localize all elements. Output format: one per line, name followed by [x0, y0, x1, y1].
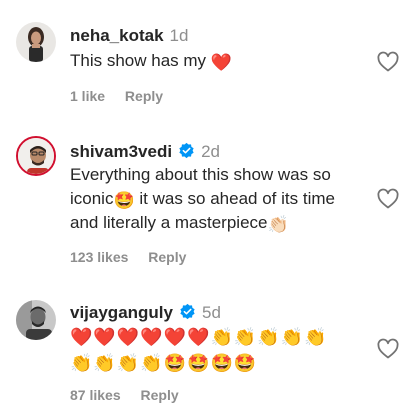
comment-text-line: and literally a masterpiece👏🏻: [70, 211, 370, 235]
comment-text: This show has my ❤️: [70, 49, 232, 73]
reply-button[interactable]: Reply: [141, 387, 179, 403]
like-button[interactable]: [376, 50, 400, 74]
like-button[interactable]: [376, 187, 400, 211]
clapping-hands-emoji: 👏🏻: [267, 215, 289, 234]
heart-emoji: ❤️: [210, 53, 232, 72]
like-count[interactable]: 1 like: [70, 88, 105, 104]
verified-badge-icon: [179, 142, 194, 159]
reply-button[interactable]: Reply: [148, 249, 186, 265]
heart-outline-icon: [377, 338, 399, 359]
verified-badge-icon: [180, 303, 195, 320]
comment-text: ❤️❤️❤️❤️❤️❤️👏👏👏👏👏 👏👏👏👏🤩🤩🤩🤩: [70, 324, 370, 376]
comment-text: Everything about this show was so iconic…: [70, 163, 370, 235]
timestamp: 5d: [201, 303, 221, 322]
avatar[interactable]: [16, 136, 56, 176]
username[interactable]: vijayganguly: [70, 303, 173, 322]
like-button[interactable]: [376, 337, 400, 361]
username[interactable]: neha_kotak: [70, 26, 164, 45]
like-count[interactable]: 123 likes: [70, 249, 128, 265]
avatar[interactable]: [16, 300, 56, 340]
comment-text-line: iconic🤩 it was so ahead of its time: [70, 187, 370, 211]
emoji-row: 👏👏👏👏🤩🤩🤩🤩: [70, 353, 258, 373]
comment-meta: 1 like Reply: [70, 88, 163, 104]
comment-text-line: Everything about this show was so: [70, 165, 331, 184]
comment-meta: 123 likes Reply: [70, 249, 186, 265]
star-eyes-emoji: 🤩: [113, 191, 135, 210]
heart-outline-icon: [377, 188, 399, 209]
timestamp: 2d: [201, 142, 220, 161]
reply-button[interactable]: Reply: [125, 88, 163, 104]
comment-text-segment: iconic: [70, 189, 114, 208]
like-count[interactable]: 87 likes: [70, 387, 121, 403]
username[interactable]: shivam3vedi: [70, 142, 172, 161]
comment-meta: 87 likes Reply: [70, 387, 179, 403]
avatar-woman-image: [16, 22, 56, 62]
comment-text-segment: it was so ahead of its time: [139, 189, 335, 208]
avatar-man-bw-image: [16, 300, 56, 340]
timestamp: 1d: [169, 26, 189, 45]
comment-header: neha_kotak 1d: [70, 26, 188, 46]
comment-header: vijayganguly 5d: [70, 303, 221, 323]
avatar[interactable]: [16, 22, 56, 62]
comment-text-segment: This show has my: [70, 51, 207, 70]
avatar-man-image: [18, 138, 54, 174]
emoji-row: ❤️❤️❤️❤️❤️❤️👏👏👏👏👏: [70, 327, 328, 347]
comment-header: shivam3vedi 2d: [70, 142, 220, 162]
comment-text-segment: and literally a masterpiece: [70, 213, 268, 232]
heart-outline-icon: [377, 51, 399, 72]
